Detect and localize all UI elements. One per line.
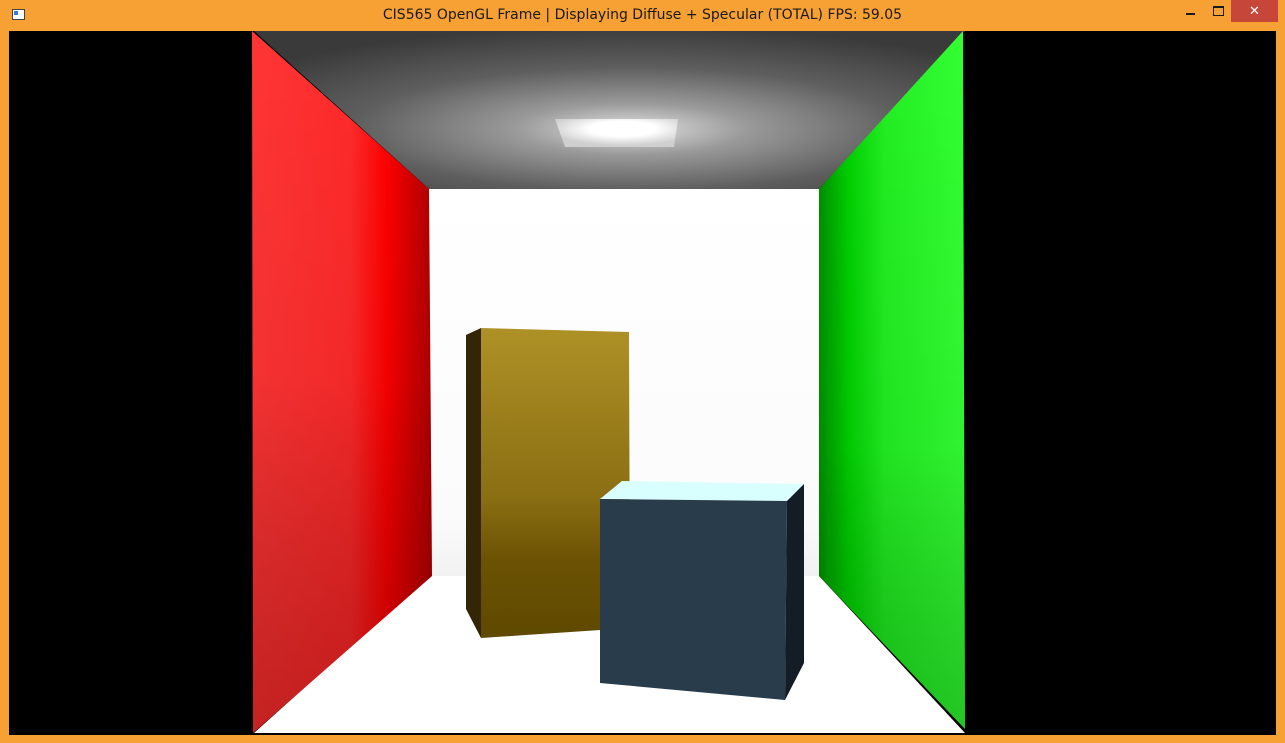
minimize-icon <box>1186 13 1195 15</box>
render-viewport[interactable] <box>9 31 1276 735</box>
close-button[interactable]: ✕ <box>1231 0 1278 22</box>
maximize-button[interactable] <box>1204 0 1233 22</box>
minimize-button[interactable] <box>1176 0 1205 22</box>
short-box-side <box>785 484 804 700</box>
window-title: CIS565 OpenGL Frame | Displaying Diffuse… <box>382 7 903 23</box>
ceiling-light <box>555 119 678 147</box>
cornell-box-render <box>9 31 1276 735</box>
maximize-icon <box>1213 6 1224 16</box>
short-box-top <box>600 481 804 501</box>
opengl-window: CIS565 OpenGL Frame | Displaying Diffuse… <box>0 0 1285 743</box>
short-box-front <box>600 499 787 700</box>
close-icon: ✕ <box>1249 3 1260 19</box>
tall-box-side <box>466 328 481 638</box>
title-bar[interactable]: CIS565 OpenGL Frame | Displaying Diffuse… <box>0 0 1285 30</box>
